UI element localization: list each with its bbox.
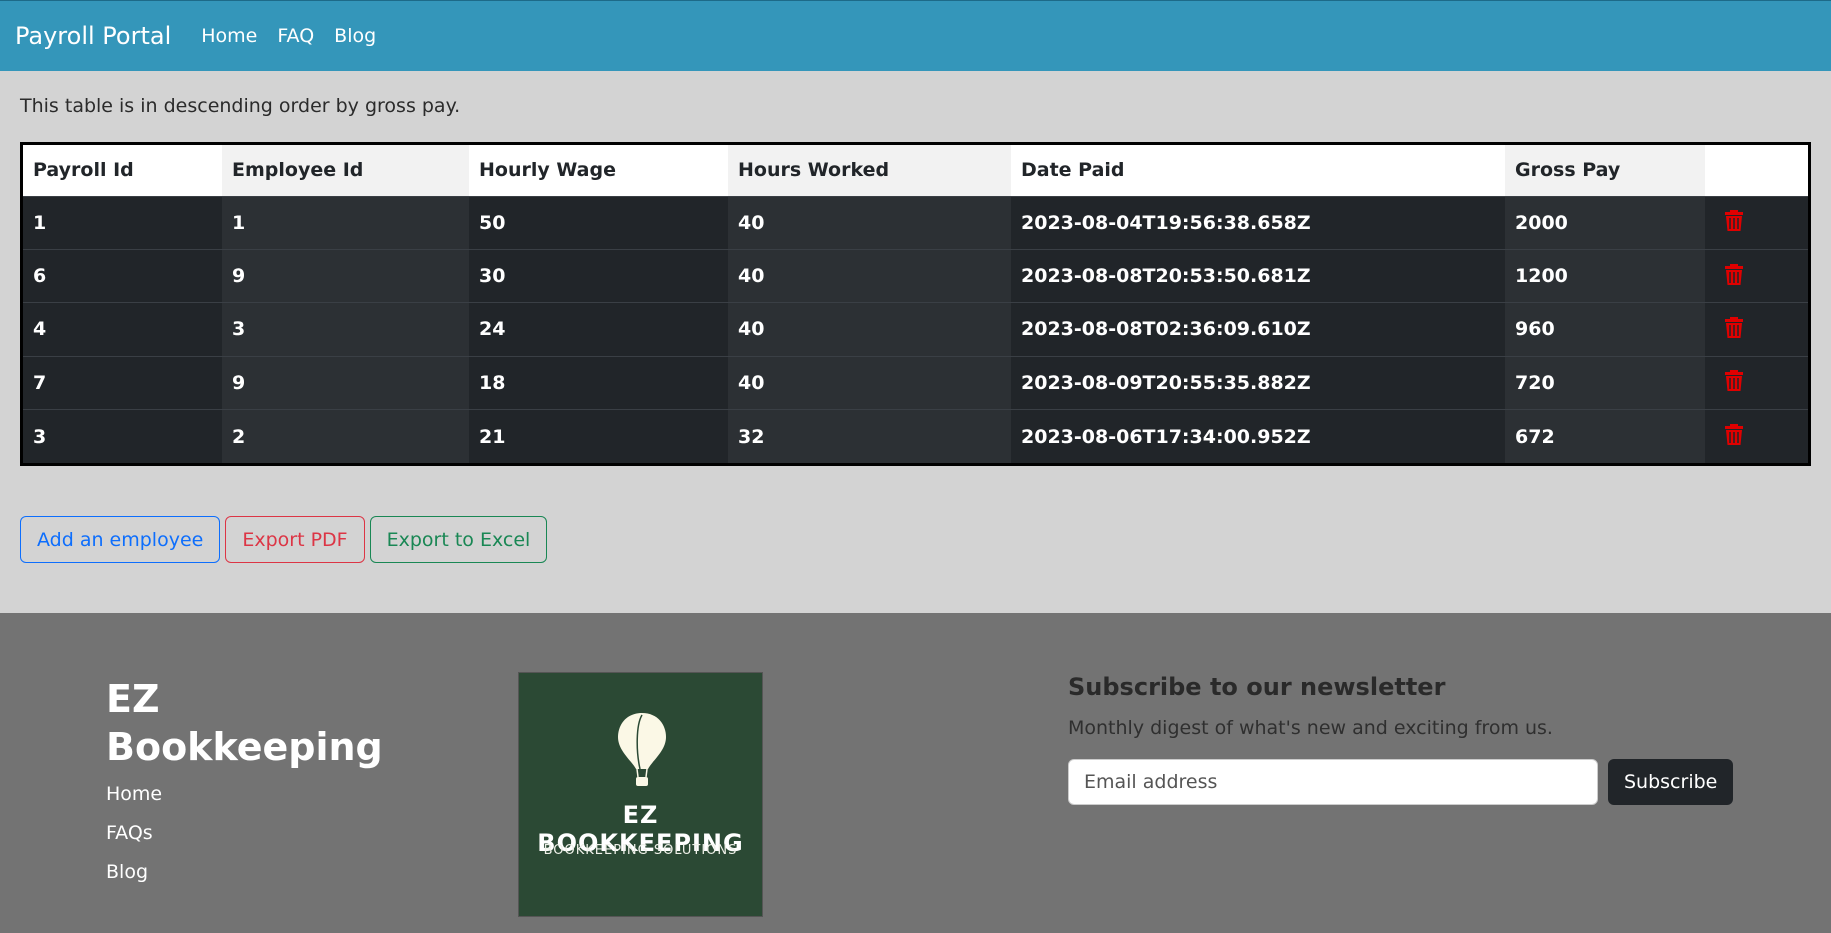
table-row: 6 9 30 40 2023-08-08T20:53:50.681Z 1200 [23, 249, 1808, 303]
cell-date-paid: 2023-08-08T20:53:50.681Z [1011, 249, 1505, 303]
hot-air-balloon-icon [618, 713, 666, 786]
trash-icon[interactable] [1723, 262, 1745, 286]
cell-payroll-id: 3 [23, 409, 222, 463]
cell-employee-id: 9 [222, 249, 469, 303]
footer: EZ Bookkeeping Home FAQs Blog EZ BOOKKEE… [0, 613, 1831, 933]
cell-hourly-wage: 50 [469, 196, 728, 250]
export-pdf-button[interactable]: Export PDF [225, 516, 365, 563]
header-employee-id: Employee Id [222, 145, 469, 196]
cell-actions [1705, 196, 1808, 250]
header-hours-worked: Hours Worked [728, 145, 1011, 196]
cell-employee-id: 2 [222, 409, 469, 463]
trash-icon[interactable] [1723, 368, 1745, 392]
header-payroll-id: Payroll Id [23, 145, 222, 196]
cell-hourly-wage: 18 [469, 356, 728, 410]
payroll-table: Payroll Id Employee Id Hourly Wage Hours… [20, 142, 1811, 466]
cell-payroll-id: 7 [23, 356, 222, 410]
table-row: 3 2 21 32 2023-08-06T17:34:00.952Z 672 [23, 409, 1808, 463]
cell-date-paid: 2023-08-04T19:56:38.658Z [1011, 196, 1505, 250]
logo-subtitle: BOOKKEEPING SOLUTIONS [543, 843, 738, 858]
cell-employee-id: 9 [222, 356, 469, 410]
cell-gross-pay: 960 [1505, 302, 1705, 357]
cell-hours-worked: 40 [728, 249, 1011, 303]
subscribe-button[interactable]: Subscribe [1608, 759, 1734, 805]
table-row: 1 1 50 40 2023-08-04T19:56:38.658Z 2000 [23, 196, 1808, 250]
newsletter-form: Subscribe [1068, 759, 1734, 805]
table-description: This table is in descending order by gro… [20, 95, 461, 117]
trash-icon[interactable] [1723, 208, 1745, 232]
cell-gross-pay: 672 [1505, 409, 1705, 463]
cell-gross-pay: 720 [1505, 356, 1705, 410]
company-logo: EZ BOOKKEEPING BOOKKEEPING SOLUTIONS [518, 672, 763, 917]
header-actions [1705, 145, 1808, 196]
header-hourly-wage: Hourly Wage [469, 145, 728, 196]
cell-hourly-wage: 21 [469, 409, 728, 463]
cell-actions [1705, 356, 1808, 410]
cell-hours-worked: 32 [728, 409, 1011, 463]
cell-actions [1705, 302, 1808, 357]
header-gross-pay: Gross Pay [1505, 145, 1705, 196]
cell-hours-worked: 40 [728, 356, 1011, 410]
add-employee-button[interactable]: Add an employee [20, 516, 221, 563]
action-buttons: Add an employee Export PDF Export to Exc… [20, 516, 548, 563]
cell-employee-id: 3 [222, 302, 469, 357]
cell-payroll-id: 4 [23, 302, 222, 357]
newsletter-subtitle: Monthly digest of what's new and excitin… [1068, 717, 1553, 739]
header-date-paid: Date Paid [1011, 145, 1505, 196]
cell-hourly-wage: 24 [469, 302, 728, 357]
cell-date-paid: 2023-08-06T17:34:00.952Z [1011, 409, 1505, 463]
cell-payroll-id: 6 [23, 249, 222, 303]
footer-link-blog[interactable]: Blog [106, 861, 162, 883]
nav-home[interactable]: Home [201, 25, 257, 47]
footer-link-home[interactable]: Home [106, 783, 162, 805]
cell-actions [1705, 249, 1808, 303]
brand-link[interactable]: Payroll Portal [15, 22, 171, 50]
cell-gross-pay: 2000 [1505, 196, 1705, 250]
cell-actions [1705, 409, 1808, 463]
newsletter-section: Subscribe to our newsletter Monthly dige… [1068, 673, 1734, 805]
trash-icon[interactable] [1723, 315, 1745, 339]
footer-link-faqs[interactable]: FAQs [106, 822, 162, 844]
table-row: 4 3 24 40 2023-08-08T02:36:09.610Z 960 [23, 302, 1808, 357]
cell-payroll-id: 1 [23, 196, 222, 250]
nav-blog[interactable]: Blog [334, 25, 376, 47]
trash-icon[interactable] [1723, 422, 1745, 446]
cell-date-paid: 2023-08-08T02:36:09.610Z [1011, 302, 1505, 357]
cell-gross-pay: 1200 [1505, 249, 1705, 303]
email-input[interactable] [1068, 759, 1598, 805]
table-row: 7 9 18 40 2023-08-09T20:55:35.882Z 720 [23, 356, 1808, 410]
newsletter-title: Subscribe to our newsletter [1068, 673, 1446, 701]
footer-brand: EZ Bookkeeping [106, 677, 383, 769]
cell-hours-worked: 40 [728, 196, 1011, 250]
footer-links: Home FAQs Blog [106, 783, 162, 900]
cell-hourly-wage: 30 [469, 249, 728, 303]
cell-hours-worked: 40 [728, 302, 1011, 357]
table-header-row: Payroll Id Employee Id Hourly Wage Hours… [23, 145, 1808, 196]
cell-employee-id: 1 [222, 196, 469, 250]
export-excel-button[interactable]: Export to Excel [369, 516, 548, 563]
navbar: Payroll Portal Home FAQ Blog [0, 0, 1831, 71]
cell-date-paid: 2023-08-09T20:55:35.882Z [1011, 356, 1505, 410]
nav-faq[interactable]: FAQ [277, 25, 314, 47]
